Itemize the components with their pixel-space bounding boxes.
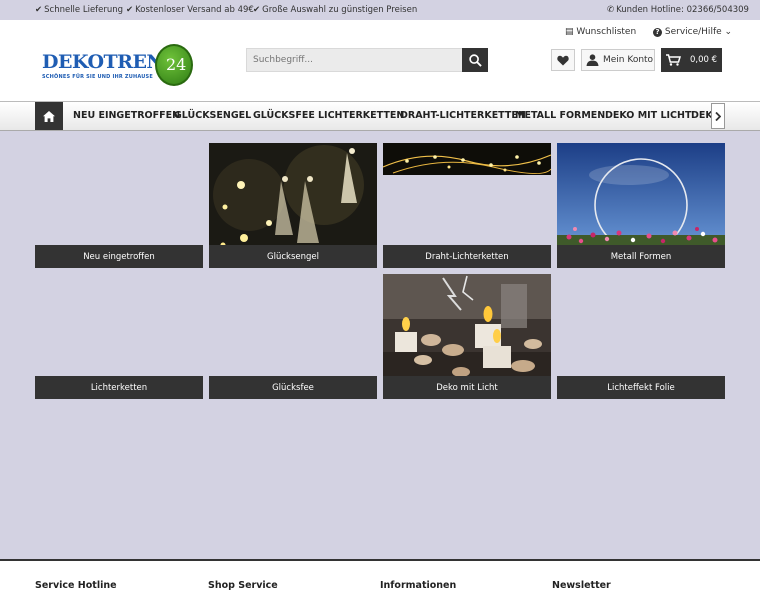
tile-label: Draht-Lichterketten [383, 245, 551, 268]
user-icon [586, 54, 599, 66]
tile-label: Neu eingetroffen [35, 245, 203, 268]
usp-fast-delivery: ✔ Schnelle Lieferung [35, 5, 123, 15]
usp-free-shipping: ✔ Kostenloser Versand ab 49€ [126, 5, 254, 15]
tile-label: Deko mit Licht [383, 376, 551, 399]
search-button[interactable] [462, 48, 488, 72]
nav-item-lichterketten[interactable]: LICHTERKETTEN [318, 110, 404, 121]
service-label: Service/Hilfe [664, 27, 722, 37]
main-navigation: NEU EINGETROFFEN GLÜCKSENGEL GLÜCKSFEE L… [0, 101, 760, 131]
usp-label: Große Auswahl zu günstigen Preisen [262, 5, 418, 15]
footer: Service Hotline Shop Service Information… [0, 559, 760, 600]
wishlist-button[interactable] [551, 49, 575, 71]
home-icon [43, 110, 55, 122]
list-icon: ▤ [565, 27, 574, 37]
nav-item-gluecksengel[interactable]: GLÜCKSENGEL [174, 110, 251, 121]
check-icon: ✔ [35, 5, 43, 15]
search-box [246, 48, 488, 72]
wishlist-link[interactable]: ▤ Wunschlisten [565, 27, 636, 37]
category-tile-lichterketten[interactable]: Lichterketten [35, 274, 203, 399]
chevron-down-icon: ⌄ [724, 27, 733, 37]
tile-label: Glücksfee [209, 376, 377, 399]
account-button[interactable]: Mein Konto [581, 49, 655, 71]
chevron-right-icon [715, 111, 721, 121]
help-icon: ? [653, 28, 662, 37]
footer-heading-service-hotline: Service Hotline [35, 580, 117, 591]
phone-icon: ✆ [607, 5, 615, 15]
tile-label: Lichteffekt Folie [557, 376, 725, 399]
logo-tagline: SCHÖNES FÜR SIE UND IHR ZUHAUSE [42, 74, 153, 80]
cart-button[interactable]: 0,00 € [661, 48, 722, 72]
nav-item-draht-lichterketten[interactable]: DRAHT-LICHTERKETTEN [400, 110, 526, 121]
category-tile-draht-lichterketten[interactable]: Draht-Lichterketten [383, 143, 551, 268]
search-input[interactable] [247, 49, 464, 71]
category-tile-lichteffekt-folie[interactable]: Lichteffekt Folie [557, 274, 725, 399]
heart-icon [557, 55, 569, 65]
usp-label: Schnelle Lieferung [44, 5, 124, 15]
tile-label: Lichterketten [35, 376, 203, 399]
nav-scroll-right[interactable] [711, 103, 725, 129]
tile-label: Glücksengel [209, 245, 377, 268]
footer-heading-informationen: Informationen [380, 580, 457, 591]
usp-large-selection: ✔ Große Auswahl zu günstigen Preisen [253, 5, 417, 15]
footer-heading-newsletter: Newsletter [552, 580, 611, 591]
category-tile-gluecksengel[interactable]: Glücksengel [209, 143, 377, 268]
check-icon: ✔ [126, 5, 134, 15]
account-label: Mein Konto [603, 55, 654, 65]
category-tile-neu-eingetroffen[interactable]: Neu eingetroffen [35, 143, 203, 268]
nav-item-neu-eingetroffen[interactable]: NEU EINGETROFFEN [73, 110, 180, 121]
top-bar: ✔ Schnelle Lieferung ✔ Kostenloser Versand… [0, 0, 760, 20]
cart-icon [666, 54, 681, 66]
search-icon [468, 53, 482, 67]
tile-image-draht-lichterketten [383, 143, 551, 175]
logo-number: 24 [166, 55, 187, 74]
hotline[interactable]: ✆ Kunden Hotline: 02366/504309 [607, 5, 749, 15]
nav-item-metall-formen[interactable]: METALL FORMEN [515, 110, 605, 121]
category-tile-gluecksfee[interactable]: Glücksfee [209, 274, 377, 399]
usp-label: Kostenloser Versand ab 49€ [135, 5, 254, 15]
nav-bar: NEU EINGETROFFEN GLÜCKSENGEL GLÜCKSFEE L… [35, 102, 725, 130]
hotline-label: Kunden Hotline: 02366/504309 [616, 5, 749, 15]
cart-total: 0,00 € [690, 55, 718, 65]
nav-home[interactable] [35, 102, 63, 130]
nav-item-deko-mit-licht[interactable]: DEKO MIT LICHT [605, 110, 691, 121]
wishlist-label: Wunschlisten [576, 27, 637, 37]
service-menu[interactable]: ? Service/Hilfe ⌄ [653, 27, 732, 37]
category-tile-metall-formen[interactable]: Metall Formen [557, 143, 725, 268]
nav-item-gluecksfee[interactable]: GLÜCKSFEE [253, 110, 315, 121]
check-icon: ✔ [253, 5, 261, 15]
category-tile-deko-mit-licht[interactable]: Deko mit Licht [383, 274, 551, 399]
tile-label: Metall Formen [557, 245, 725, 268]
logo[interactable]: DEKOTREND 24 SCHÖNES FÜR SIE UND IHR ZUH… [40, 44, 195, 90]
footer-heading-shop-service: Shop Service [208, 580, 278, 591]
header: DEKOTREND 24 SCHÖNES FÜR SIE UND IHR ZUH… [0, 20, 760, 101]
